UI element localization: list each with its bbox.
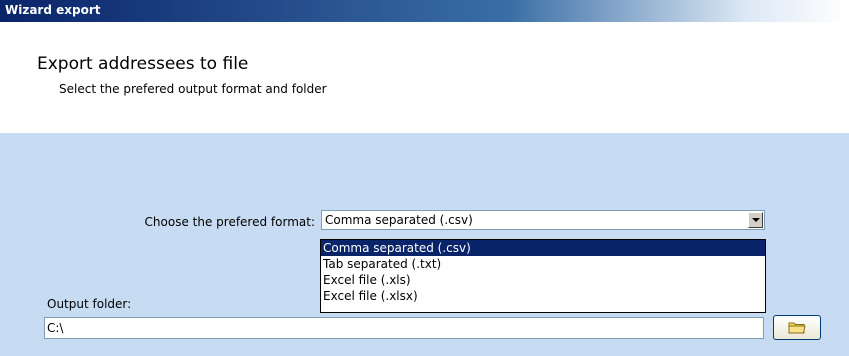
- format-label: Choose the prefered format:: [144, 215, 315, 229]
- folder-icon: [788, 322, 806, 334]
- format-option-txt[interactable]: Tab separated (.txt): [321, 256, 765, 272]
- output-folder-input[interactable]: [44, 317, 764, 339]
- title-bar: Wizard export: [0, 0, 849, 22]
- output-folder-label: Output folder:: [47, 297, 132, 311]
- format-select-value: Comma separated (.csv): [325, 213, 473, 227]
- page-title: Export addressees to file: [37, 54, 249, 74]
- page-subtitle: Select the prefered output format and fo…: [59, 82, 327, 96]
- format-dropdown-list: Comma separated (.csv) Tab separated (.t…: [320, 239, 766, 313]
- format-option-csv[interactable]: Comma separated (.csv): [321, 240, 765, 256]
- browse-folder-button[interactable]: [773, 315, 821, 340]
- format-select[interactable]: Comma separated (.csv): [321, 210, 765, 230]
- wizard-header: Export addressees to file Select the pre…: [0, 22, 849, 133]
- chevron-down-icon[interactable]: [748, 212, 763, 228]
- format-option-xlsx[interactable]: Excel file (.xlsx): [321, 288, 765, 304]
- format-option-xls[interactable]: Excel file (.xls): [321, 272, 765, 288]
- window-title: Wizard export: [5, 3, 101, 17]
